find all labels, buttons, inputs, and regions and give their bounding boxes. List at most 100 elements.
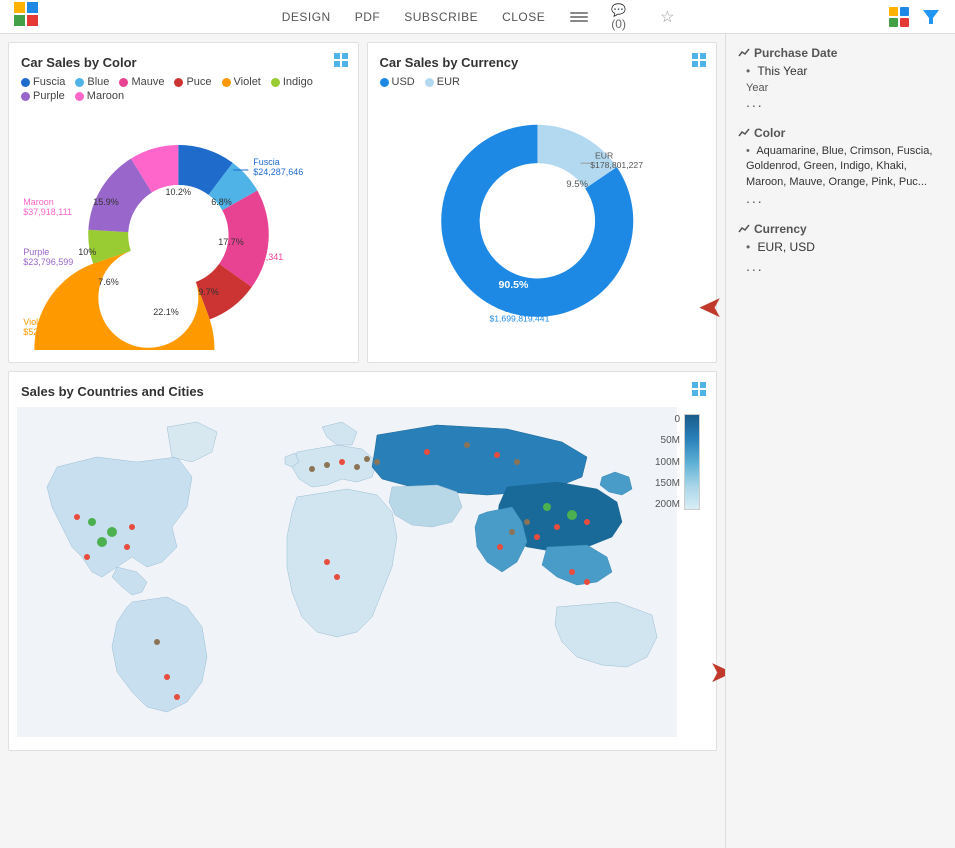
chart2-svg: EUR $178,801,227 9.5% 90.5% USD $1,699,8… (380, 96, 705, 336)
city-dot[interactable] (494, 452, 500, 458)
city-dot[interactable] (569, 569, 575, 575)
legend-50m: 50M (655, 435, 680, 446)
city-dot[interactable] (567, 510, 577, 520)
chart1-svg: Fuscia $24,287,646 10.2% 6.8% Mauve $42,… (21, 110, 346, 350)
chart2-title: Car Sales by Currency (380, 55, 705, 70)
city-dot[interactable] (584, 519, 590, 525)
city-dot[interactable] (374, 459, 380, 465)
chart2-grid-icon[interactable] (692, 53, 706, 67)
topbar-right (887, 5, 943, 29)
city-dot[interactable] (97, 537, 107, 547)
legend-usd: USD (380, 76, 415, 88)
map-title: Sales by Countries and Cities (21, 384, 704, 399)
city-dot[interactable] (464, 442, 470, 448)
city-dot[interactable] (424, 449, 430, 455)
fuscia-value: $24,287,646 (253, 167, 303, 177)
currency-title: Currency (738, 222, 943, 236)
purchase-date-value: • This Year (746, 64, 943, 78)
share-icon[interactable] (887, 5, 911, 29)
city-dot[interactable] (354, 464, 360, 470)
car-sales-currency-panel: Car Sales by Currency USD EUR (367, 42, 718, 363)
currency-more[interactable]: ... (746, 258, 943, 274)
city-dot[interactable] (88, 518, 96, 526)
city-dot[interactable] (534, 534, 540, 540)
sidebar-purchase-date: Purchase Date • This Year Year ... (738, 46, 943, 110)
chart1-grid-icon[interactable] (334, 53, 348, 67)
legend-puce: Puce (174, 76, 211, 88)
violet-label: Violet (23, 317, 46, 327)
city-dot[interactable] (334, 574, 340, 580)
legend-blue: Blue (75, 76, 109, 88)
city-dot[interactable] (324, 462, 330, 468)
city-dot[interactable] (174, 694, 180, 700)
legend-eur: EUR (425, 76, 460, 88)
city-dot[interactable] (124, 544, 130, 550)
city-dot[interactable] (129, 524, 135, 530)
design-nav[interactable]: DESIGN (280, 6, 333, 28)
city-dot[interactable] (84, 554, 90, 560)
purchase-date-more[interactable]: ... (746, 94, 943, 110)
chart1-donut: Fuscia $24,287,646 10.2% 6.8% Mauve $42,… (21, 110, 346, 350)
world-map-svg (17, 407, 677, 737)
purchase-date-title: Purchase Date (738, 46, 943, 60)
violet-pct: 22.1% (153, 307, 179, 317)
map-arrow-indicator: ➤ (709, 655, 725, 690)
subscribe-nav[interactable]: SUBSCRIBE (402, 6, 480, 28)
mauve-value: $42,184,341 (233, 252, 283, 262)
chart-icon-2 (738, 127, 750, 139)
city-dot[interactable] (74, 514, 80, 520)
chart-icon-3 (738, 223, 750, 235)
legend-mauve: Mauve (119, 76, 164, 88)
city-dot[interactable] (497, 544, 503, 550)
car-sales-color-panel: Car Sales by Color Fuscia Blue Mauve Puc… (8, 42, 359, 363)
topbar-left (12, 0, 72, 33)
fuscia-label: Fuscia (253, 157, 280, 167)
legend-200m: 200M (655, 499, 680, 510)
pdf-nav[interactable]: PDF (353, 6, 383, 28)
chart2-legend: USD EUR (380, 76, 705, 88)
main-area: Car Sales by Color Fuscia Blue Mauve Puc… (0, 34, 955, 848)
currency-value: • EUR, USD (746, 240, 943, 254)
color-title: Color (738, 126, 943, 140)
city-dot[interactable] (364, 456, 370, 462)
layers-icon[interactable] (567, 5, 591, 29)
color-more[interactable]: ... (746, 190, 943, 206)
purple-label: Purple (23, 247, 49, 257)
star-icon[interactable]: ☆ (655, 5, 679, 29)
city-dot[interactable] (339, 459, 345, 465)
map-legend: 0 50M 100M 150M 200M (655, 414, 700, 510)
content-area: Car Sales by Color Fuscia Blue Mauve Puc… (0, 34, 725, 848)
legend-0: 0 (655, 414, 680, 425)
city-dot[interactable] (524, 519, 530, 525)
city-dot[interactable] (324, 559, 330, 565)
legend-violet: Violet (222, 76, 261, 88)
violet-value: $52,709,377 (23, 327, 73, 337)
chart2-donut: EUR $178,801,227 9.5% 90.5% USD $1,699,8… (380, 96, 705, 336)
city-dot[interactable] (543, 503, 551, 511)
sidebar-currency: Currency • EUR, USD ... (738, 222, 943, 274)
purple-pct: 10% (78, 247, 96, 257)
city-dot[interactable] (154, 639, 160, 645)
topbar: DESIGN PDF SUBSCRIBE CLOSE 💬 (0) ☆ (0, 0, 955, 34)
sidebar-color: Color • Aquamarine, Blue, Crimson, Fusci… (738, 126, 943, 206)
city-dot[interactable] (509, 529, 515, 535)
right-sidebar: ➤ Purchase Date • This Year Year ... Col… (725, 34, 955, 848)
legend-gradient (684, 414, 700, 510)
usd-pct: 90.5% (498, 279, 529, 291)
year-filter-label: Year (746, 82, 943, 94)
fuscia-pct: 10.2% (165, 187, 191, 197)
city-dot[interactable] (309, 466, 315, 472)
eur-value: $178,801,227 (590, 160, 643, 170)
chart1-legend: Fuscia Blue Mauve Puce Violet Indigo Pur… (21, 76, 346, 102)
close-nav[interactable]: CLOSE (500, 6, 547, 28)
comment-icon[interactable]: 💬 (0) (611, 5, 635, 29)
city-dot[interactable] (107, 527, 117, 537)
filter-icon[interactable] (919, 5, 943, 29)
city-dot[interactable] (164, 674, 170, 680)
usd-label: USD (503, 304, 521, 314)
city-dot[interactable] (584, 579, 590, 585)
usd-value: $1,699,819,441 (489, 314, 549, 324)
map-grid-icon[interactable] (692, 382, 706, 396)
city-dot[interactable] (514, 459, 520, 465)
city-dot[interactable] (554, 524, 560, 530)
